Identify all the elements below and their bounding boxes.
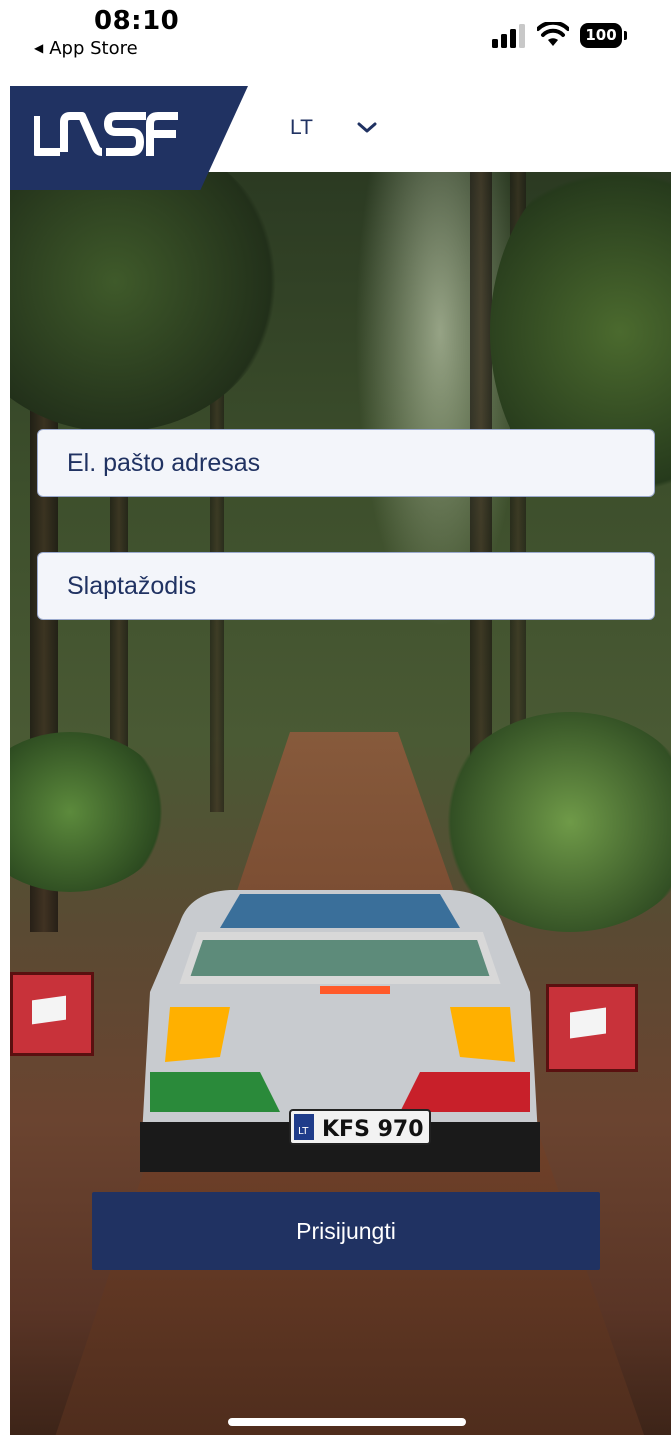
wifi-icon [537, 22, 569, 46]
rally-car-image: LT KFS 970 [140, 890, 540, 1172]
app-header: LT [10, 86, 671, 190]
back-to-app-store-link[interactable]: ◀ App Store [34, 38, 138, 59]
language-selector[interactable]: LT [290, 116, 313, 140]
lasf-logo-mark [34, 112, 178, 156]
status-time: 08:10 [94, 6, 180, 36]
cellular-signal-icon [492, 24, 525, 48]
plate-country: LT [298, 1126, 309, 1137]
battery-icon: 100 [580, 23, 628, 48]
back-app-label: App Store [49, 38, 138, 59]
login-button[interactable]: Prisijungti [92, 1192, 600, 1270]
status-bar: 08:10 ◀ App Store 100 [0, 0, 671, 80]
license-plate: KFS 970 [322, 1117, 424, 1142]
app-screen: LT KFS 970 LT Prisijungti [10, 86, 671, 1435]
email-input[interactable] [37, 429, 655, 497]
chevron-down-icon[interactable] [356, 120, 378, 136]
password-input[interactable] [37, 552, 655, 620]
back-triangle-icon: ◀ [34, 41, 44, 55]
home-indicator [228, 1418, 466, 1426]
battery-level: 100 [580, 23, 622, 48]
